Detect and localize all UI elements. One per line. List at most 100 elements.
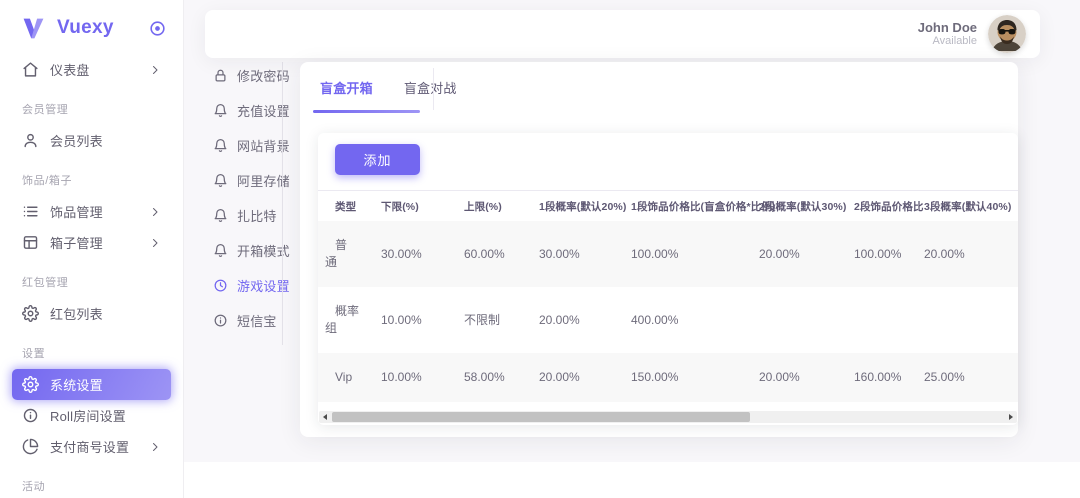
brand-row: Vuexy: [0, 0, 183, 52]
home-icon: [22, 61, 39, 78]
table-cell: [745, 287, 840, 353]
header-card: John Doe Available: [205, 10, 1040, 58]
table-cell: 20.00%: [525, 287, 617, 353]
table-cell: 30.00%: [525, 221, 617, 287]
sidebar-pin-toggle-icon[interactable]: [148, 19, 167, 38]
table-cell: 30.00%: [367, 221, 450, 287]
scroll-left-arrow-icon[interactable]: [319, 411, 331, 423]
scrollbar-thumb[interactable]: [332, 412, 750, 422]
submenu-item[interactable]: 网站背景: [200, 128, 282, 162]
bell-icon: [213, 243, 228, 258]
panel-toolbar: 添加: [318, 133, 1018, 190]
clock-icon: [213, 278, 228, 293]
brand-name: Vuexy: [57, 17, 114, 39]
scroll-right-arrow-icon[interactable]: [1005, 411, 1017, 423]
column-header: 1段饰品价格比(盲盒价格*比例): [617, 191, 745, 222]
sidebar-item[interactable]: Roll房间设置: [12, 400, 171, 431]
table-cell: 20.00%: [525, 353, 617, 402]
sidebar-item[interactable]: 饰品管理: [12, 196, 171, 227]
column-header: 下限(%): [367, 191, 450, 222]
content-card: 盲盒开箱 盲盒对战 添加 类型下限(%)上限(%)1段概率(默认20%)1段饰品…: [300, 62, 1018, 437]
bell-icon: [213, 103, 228, 118]
list-icon: [22, 203, 39, 220]
submenu-divider: [282, 62, 283, 345]
sidebar-item[interactable]: 系统设置: [12, 369, 171, 400]
sidebar-item-label: 饰品管理: [50, 202, 103, 221]
chevron-right-icon: [149, 237, 161, 249]
table-cell: 60.00%: [450, 221, 525, 287]
info-icon: [213, 313, 228, 328]
table-cell: 不限制: [450, 287, 525, 353]
lock-icon: [213, 68, 228, 83]
submenu-item[interactable]: 修改密码: [200, 58, 282, 92]
submenu-item[interactable]: 短信宝: [200, 303, 282, 337]
sidebar-item-label: 箱子管理: [50, 233, 103, 252]
submenu-item[interactable]: 阿里存储: [200, 163, 282, 197]
table-cell: 20.00%: [745, 221, 840, 287]
table-cell: 25.00%: [910, 353, 1018, 402]
table-cell: [910, 287, 1018, 353]
submenu-item-label: 扎比特: [237, 206, 277, 225]
table-cell: 100.00%: [840, 221, 910, 287]
sidebar-item[interactable]: 会员列表: [12, 125, 171, 156]
table-row: 普 通30.00%60.00%30.00%100.00%20.00%100.00…: [318, 221, 1018, 287]
column-header: 类型: [318, 191, 367, 222]
submenu-item[interactable]: 扎比特: [200, 198, 282, 232]
tab-blindbox-open[interactable]: 盲盒开箱: [318, 78, 375, 97]
chevron-right-icon: [149, 441, 161, 453]
horizontal-scrollbar[interactable]: [319, 411, 1017, 423]
table-cell: 普 通: [318, 221, 367, 287]
game-settings-panel: 添加 类型下限(%)上限(%)1段概率(默认20%)1段饰品价格比(盲盒价格*比…: [318, 133, 1018, 425]
gear-icon: [22, 376, 39, 393]
table-cell: 400.00%: [617, 287, 745, 353]
add-button[interactable]: 添加: [335, 144, 420, 175]
gear-icon: [22, 305, 39, 322]
tab-blindbox-battle[interactable]: 盲盒对战: [402, 78, 459, 97]
user-avatar[interactable]: [988, 15, 1026, 53]
sidebar-item[interactable]: 红包列表: [12, 298, 171, 329]
column-header: 1段概率(默认20%): [525, 191, 617, 222]
bell-icon: [213, 138, 228, 153]
sidebar-item-label: 支付商号设置: [50, 437, 129, 456]
table-cell: [840, 287, 910, 353]
sidebar-item-label: 红包列表: [50, 304, 103, 323]
nav-section-label: 红包管理: [22, 277, 183, 290]
table-cell: Vip: [318, 353, 367, 402]
user-icon: [22, 132, 39, 149]
bell-icon: [213, 173, 228, 188]
nav-section-label: 会员管理: [22, 104, 183, 117]
table-cell: 概率 组: [318, 287, 367, 353]
table-row: 概率 组10.00%不限制20.00%400.00%: [318, 287, 1018, 353]
column-header: 3段概率(默认40%): [910, 191, 1018, 222]
table-cell: 150.00%: [617, 353, 745, 402]
user-menu[interactable]: John Doe Available: [918, 15, 1026, 53]
user-status: Available: [918, 35, 977, 48]
sidebar-item[interactable]: 仪表盘: [12, 54, 171, 85]
table-cell: 10.00%: [367, 353, 450, 402]
submenu-item[interactable]: 充值设置: [200, 93, 282, 127]
table-header-row: 类型下限(%)上限(%)1段概率(默认20%)1段饰品价格比(盲盒价格*比例)2…: [318, 191, 1018, 222]
brand-logo-icon: [20, 15, 47, 42]
submenu-item[interactable]: 游戏设置: [200, 268, 282, 302]
sidebar-item[interactable]: 支付商号设置: [12, 431, 171, 462]
sidebar-item-label: 仪表盘: [50, 60, 90, 79]
left-sidebar: Vuexy 仪表盘会员管理会员列表饰品/箱子饰品管理箱子管理红包管理红包列表设置…: [0, 0, 184, 498]
layout-icon: [22, 234, 39, 251]
submenu-item[interactable]: 开箱模式: [200, 233, 282, 267]
rates-table: 类型下限(%)上限(%)1段概率(默认20%)1段饰品价格比(盲盒价格*比例)2…: [318, 190, 1018, 402]
bell-icon: [213, 208, 228, 223]
column-header: 上限(%): [450, 191, 525, 222]
tab-bar-divider: [433, 68, 434, 110]
sidebar-item[interactable]: 箱子管理: [12, 227, 171, 258]
app-window: Vuexy 仪表盘会员管理会员列表饰品/箱子饰品管理箱子管理红包管理红包列表设置…: [0, 0, 1080, 498]
table-cell: 10.00%: [367, 287, 450, 353]
user-name: John Doe: [918, 20, 977, 35]
table-cell: 100.00%: [617, 221, 745, 287]
sidebar-nav: 仪表盘会员管理会员列表饰品/箱子饰品管理箱子管理红包管理红包列表设置系统设置Ro…: [0, 52, 183, 494]
table-row: Vip10.00%58.00%20.00%150.00%20.00%160.00…: [318, 353, 1018, 402]
sidebar-item-label: Roll房间设置: [50, 406, 126, 425]
chevron-right-icon: [149, 64, 161, 76]
settings-submenu: 修改密码充值设置网站背景阿里存储扎比特开箱模式游戏设置短信宝: [200, 58, 282, 338]
submenu-item-label: 短信宝: [237, 311, 277, 330]
sidebar-item-label: 会员列表: [50, 131, 103, 150]
